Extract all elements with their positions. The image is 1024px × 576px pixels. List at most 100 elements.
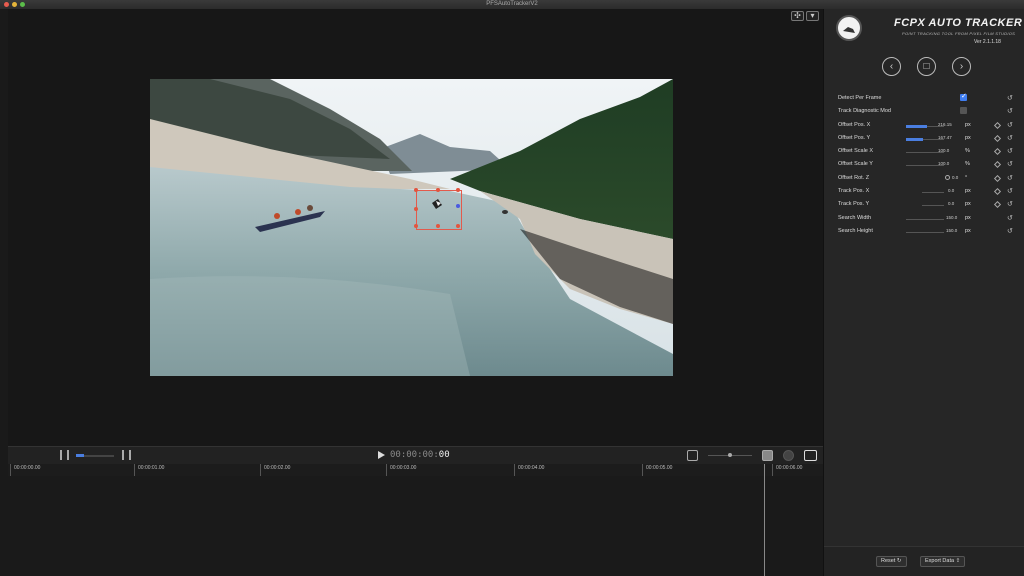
reset-param-icon[interactable]: ↺ — [1007, 107, 1013, 115]
ruler-label: 00:00:04.00 — [518, 465, 545, 471]
param-row: Offset Scale X 100.0 % ↺ — [838, 146, 1018, 159]
video-frame[interactable] — [150, 79, 673, 376]
param-label: Offset Scale X — [838, 148, 874, 155]
keyframe-icon[interactable] — [993, 134, 1002, 142]
ruler-tick: 00:00:00.00 — [10, 464, 40, 476]
keyframe-icon[interactable] — [993, 201, 1002, 209]
timeline-toolbar: 00:00:00:00 — [8, 446, 823, 464]
ruler-tick: 00:00:02.00 — [260, 464, 290, 476]
reset-param-icon[interactable]: ↺ — [1007, 147, 1013, 155]
reset-param-icon[interactable]: ↺ — [1007, 174, 1013, 182]
timeline-track-area[interactable] — [8, 476, 823, 576]
track-backward-button[interactable]: ‹ — [882, 57, 901, 76]
keyframe-icon[interactable] — [993, 148, 1002, 156]
reset-param-icon[interactable]: ↺ — [1007, 200, 1013, 208]
rotation-dial-icon[interactable] — [945, 174, 950, 180]
param-value[interactable]: 150.0 — [946, 228, 957, 233]
viewer[interactable]: ✣ ▾ — [8, 9, 823, 446]
play-icon[interactable] — [378, 451, 385, 459]
param-value[interactable]: 167.47 — [938, 135, 952, 140]
stop-icon: □ — [923, 61, 930, 72]
tracking-box[interactable] — [414, 188, 462, 230]
param-unit: % — [965, 148, 970, 155]
stop-button[interactable]: □ — [917, 57, 936, 76]
parameter-list: Detect Per Frame ↺ Track Diagnostic Mod … — [838, 92, 1018, 239]
reset-param-icon[interactable]: ↺ — [1007, 134, 1013, 142]
reset-button[interactable]: Reset ↻ — [876, 556, 907, 567]
export-data-button[interactable]: Export Data ⇪ — [920, 556, 966, 567]
zoom-slider-knob[interactable] — [728, 453, 732, 457]
param-slider[interactable] — [906, 218, 944, 220]
panel-footer: Reset ↻ Export Data ⇪ — [824, 546, 1024, 576]
snapping-icon[interactable] — [762, 450, 773, 461]
param-unit: px — [965, 227, 971, 234]
param-row: Search Height 150.0 px ↺ — [838, 226, 1018, 239]
range-end-handle[interactable] — [122, 450, 131, 460]
range-start-handle[interactable] — [60, 450, 69, 460]
video-camera-icon[interactable] — [804, 450, 817, 461]
timecode-frames: 00 — [438, 450, 450, 460]
view-options-icon[interactable]: ▾ — [806, 11, 819, 21]
keyframe-icon[interactable] — [993, 121, 1002, 129]
tracking-handle[interactable] — [436, 188, 440, 192]
tracking-handle[interactable] — [414, 207, 418, 211]
param-row: Offset Rot. Z 0.0 ° ↺ — [838, 173, 1018, 186]
tracking-point-handle[interactable] — [456, 204, 460, 208]
export-button-label: Export Data — [925, 558, 955, 564]
reset-param-icon[interactable]: ↺ — [1007, 94, 1013, 102]
reset-param-icon[interactable]: ↺ — [1007, 121, 1013, 129]
tracking-handle[interactable] — [414, 224, 418, 228]
param-value[interactable]: 100.0 — [938, 161, 949, 166]
track-diagnostic-checkbox[interactable] — [960, 107, 967, 115]
timecode-display: 00:00:00:00 — [390, 450, 450, 460]
param-slider[interactable] — [922, 205, 944, 207]
param-unit: ° — [965, 174, 968, 181]
transform-icon[interactable]: ✣ — [791, 11, 804, 21]
tracking-handle[interactable] — [414, 188, 418, 192]
window-title: PFSAutoTrackerV2 — [486, 1, 538, 7]
param-slider[interactable] — [906, 231, 944, 233]
param-value[interactable]: 100.0 — [938, 148, 949, 153]
reset-param-icon[interactable]: ↺ — [1007, 160, 1013, 168]
param-value[interactable]: 0.0 — [948, 188, 954, 193]
param-label: Track Pos. Y — [838, 201, 870, 208]
param-row: Offset Pos. Y 167.47 px ↺ — [838, 133, 1018, 146]
param-label: Track Pos. X — [838, 188, 870, 195]
zoom-slider[interactable] — [708, 453, 752, 457]
ruler-label: 00:00:06.00 — [776, 465, 803, 471]
reset-param-icon[interactable]: ↺ — [1007, 187, 1013, 195]
keyframe-icon[interactable] — [993, 188, 1002, 196]
param-slider-fill — [906, 137, 924, 141]
ruler-tick: 00:00:01.00 — [134, 464, 164, 476]
export-icon: ⇪ — [955, 558, 961, 564]
skimming-icon[interactable] — [783, 450, 794, 461]
param-slider[interactable] — [922, 192, 944, 194]
tracking-handle[interactable] — [436, 224, 440, 228]
param-value[interactable]: 216.15 — [938, 122, 952, 127]
param-unit: px — [965, 188, 971, 195]
ruler-tick: 00:00:04.00 — [514, 464, 544, 476]
detect-per-frame-checkbox[interactable] — [960, 92, 967, 101]
reset-param-icon[interactable]: ↺ — [1007, 214, 1013, 222]
chevron-right-icon: › — [959, 61, 964, 72]
ruler-tick: 00:00:05.00 — [642, 464, 672, 476]
param-label: Detect Per Frame — [838, 95, 882, 101]
param-row: Track Pos. Y 0.0 px ↺ — [838, 199, 1018, 212]
tracking-handle[interactable] — [456, 188, 460, 192]
param-value[interactable]: 0.0 — [952, 175, 958, 180]
track-forward-button[interactable]: › — [952, 57, 971, 76]
param-label: Offset Rot. Z — [838, 174, 870, 181]
playhead[interactable] — [764, 464, 765, 576]
clip-appearance-icon[interactable] — [687, 450, 698, 461]
range-fill — [76, 454, 84, 457]
param-label: Search Width — [838, 214, 872, 221]
keyframe-icon[interactable] — [993, 174, 1002, 182]
keyframe-icon[interactable] — [993, 161, 1002, 169]
track-nav-controls: ‹ □ › — [882, 57, 971, 76]
param-value[interactable]: 150.0 — [946, 215, 957, 220]
param-value[interactable]: 0.0 — [948, 201, 954, 206]
reset-button-label: Reset — [881, 558, 896, 564]
timeline-ruler[interactable]: 00:00:00.00 00:00:01.00 00:00:02.00 00:0… — [8, 464, 823, 476]
reset-param-icon[interactable]: ↺ — [1007, 227, 1013, 235]
tracking-handle[interactable] — [456, 224, 460, 228]
